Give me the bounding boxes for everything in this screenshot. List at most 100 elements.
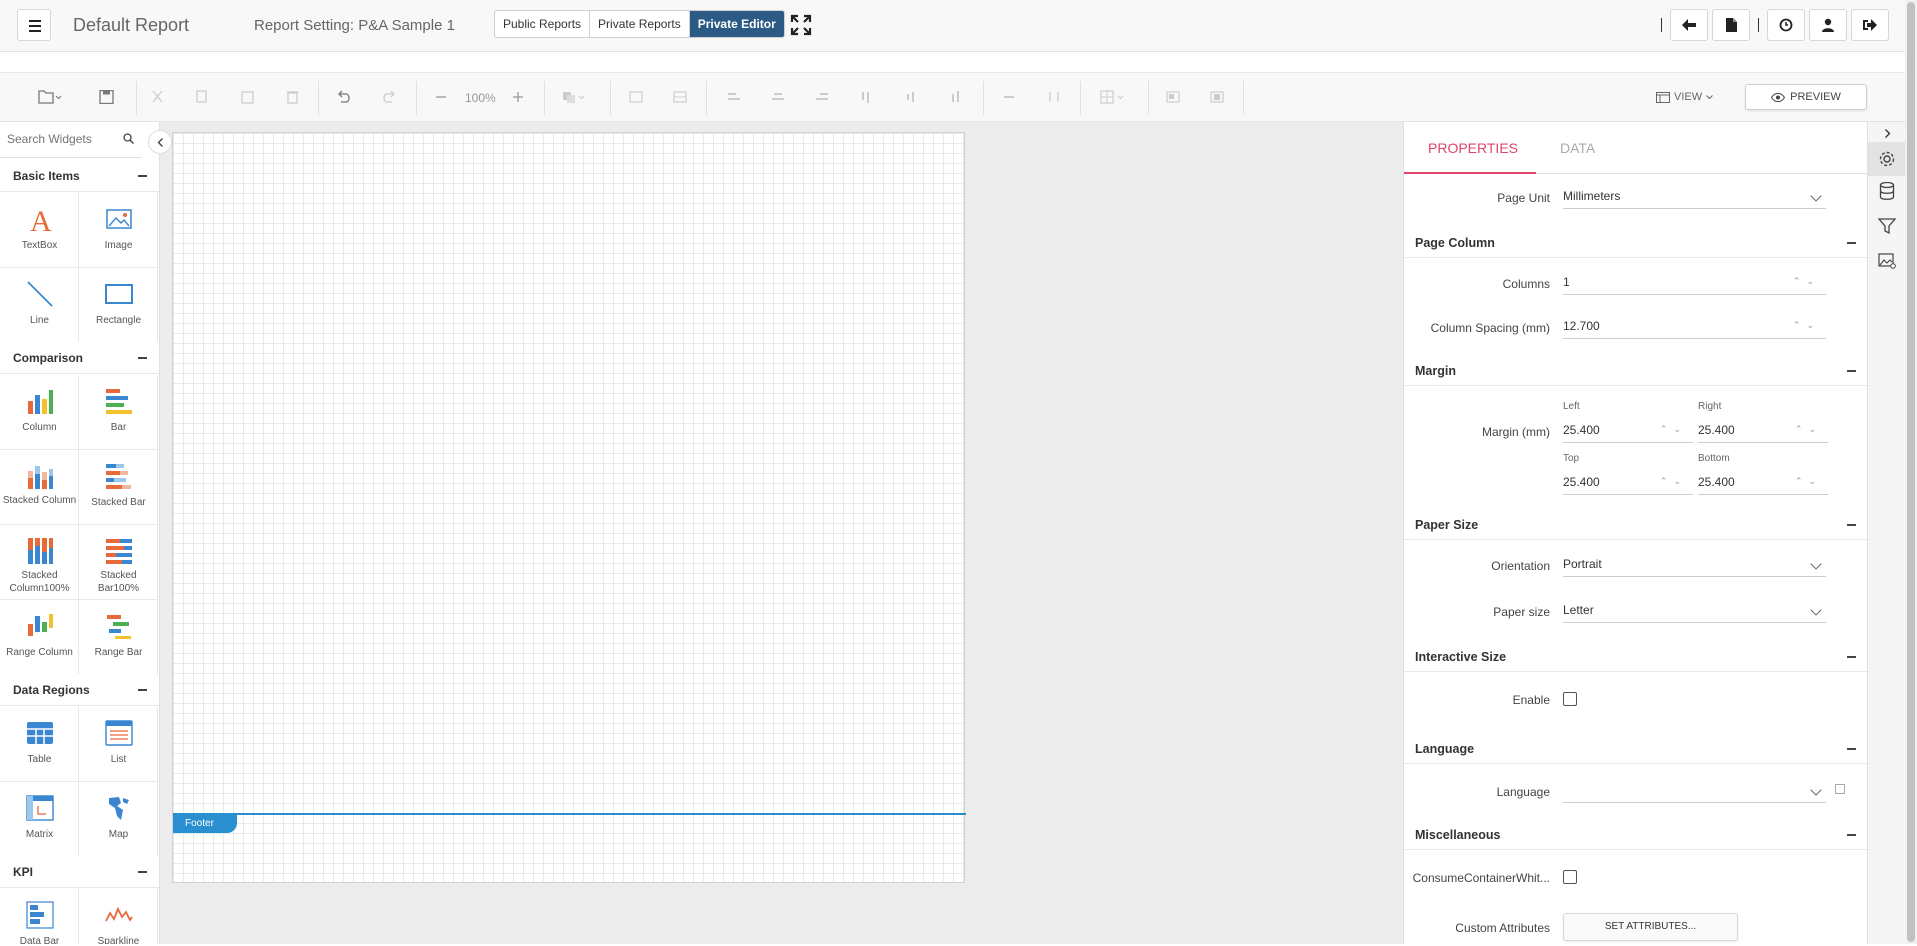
section-miscellaneous[interactable]: Miscellaneous: [1404, 820, 1868, 850]
search-input[interactable]: [7, 132, 117, 146]
footer-divider[interactable]: [173, 813, 966, 815]
collapse-icon[interactable]: [138, 689, 147, 691]
distribute-horizontal-icon[interactable]: [1001, 90, 1017, 104]
align-top-edge-icon[interactable]: [858, 90, 874, 104]
collapse-icon[interactable]: [138, 175, 147, 177]
delete-icon[interactable]: [285, 90, 301, 104]
arrange-icon[interactable]: [562, 90, 586, 104]
cut-icon[interactable]: [150, 90, 166, 104]
footer-tag[interactable]: Footer: [173, 815, 237, 833]
column-spacing-input[interactable]: 12.700 ⌃⌄: [1563, 315, 1826, 339]
category-data-regions[interactable]: Data Regions: [0, 674, 159, 706]
tab-private-reports[interactable]: Private Reports: [590, 11, 690, 37]
preview-button[interactable]: PREVIEW: [1745, 84, 1867, 110]
send-backward-icon[interactable]: [1209, 90, 1225, 104]
category-comparison[interactable]: Comparison: [0, 342, 159, 374]
tab-data[interactable]: DATA: [1560, 140, 1595, 156]
widget-range-bar[interactable]: Range Bar: [79, 600, 158, 675]
section-margin[interactable]: Margin: [1404, 356, 1868, 386]
distribute-vertical-icon[interactable]: [1046, 90, 1062, 104]
zoom-in-icon[interactable]: [510, 90, 526, 104]
align-top-icon[interactable]: [628, 90, 644, 104]
enable-checkbox[interactable]: [1563, 692, 1577, 706]
report-page[interactable]: Footer: [172, 132, 966, 883]
consume-checkbox[interactable]: [1563, 870, 1577, 884]
widget-data-bar[interactable]: Data Bar: [0, 889, 79, 944]
language-dropdown[interactable]: [1563, 779, 1826, 803]
scrollbar-thumb[interactable]: [1907, 2, 1915, 942]
widget-map[interactable]: Map: [79, 782, 158, 857]
user-button[interactable]: [1809, 9, 1847, 41]
align-left-icon[interactable]: [726, 90, 742, 104]
collapse-icon[interactable]: [1847, 656, 1856, 658]
view-dropdown[interactable]: VIEW: [1656, 91, 1713, 103]
spinner-icon[interactable]: ⌃⌄: [1793, 276, 1820, 287]
collapse-panel-button[interactable]: [148, 130, 172, 154]
widget-sparkline[interactable]: Sparkline: [79, 889, 158, 944]
margin-right-input[interactable]: 25.400 ⌃⌄: [1698, 419, 1828, 443]
tab-public-reports[interactable]: Public Reports: [495, 11, 591, 37]
bring-forward-icon[interactable]: [1165, 90, 1181, 104]
collapse-icon[interactable]: [1847, 242, 1856, 244]
widget-table[interactable]: Table: [0, 707, 79, 782]
data-rail-button[interactable]: [1876, 180, 1898, 202]
widget-stacked-bar[interactable]: Stacked Bar: [79, 450, 158, 525]
undo-icon[interactable]: [336, 90, 352, 104]
widget-stacked-column-100[interactable]: Stacked Column100%: [0, 525, 79, 600]
align-middle-icon[interactable]: [672, 90, 688, 104]
set-attributes-button[interactable]: SET ATTRIBUTES...: [1563, 913, 1738, 941]
spinner-icon[interactable]: ⌃⌄: [1795, 476, 1822, 487]
section-paper-size[interactable]: Paper Size: [1404, 510, 1868, 540]
category-basic-items[interactable]: Basic Items: [0, 160, 159, 192]
spinner-icon[interactable]: ⌃⌄: [1660, 424, 1687, 435]
grid-icon[interactable]: [1100, 90, 1126, 104]
widget-image[interactable]: Image: [79, 193, 158, 268]
collapse-icon[interactable]: [138, 357, 147, 359]
document-button[interactable]: [1712, 9, 1750, 41]
collapse-icon[interactable]: [1847, 834, 1856, 836]
widget-stacked-bar-100[interactable]: Stacked Bar100%: [79, 525, 158, 600]
page-scrollbar[interactable]: [1905, 0, 1917, 944]
margin-bottom-input[interactable]: 25.400 ⌃⌄: [1698, 471, 1828, 495]
language-checkbox[interactable]: [1835, 784, 1845, 794]
expand-panel-button[interactable]: [1876, 122, 1898, 144]
page-unit-dropdown[interactable]: Millimeters: [1563, 185, 1826, 209]
widget-textbox[interactable]: A TextBox: [0, 193, 79, 268]
history-button[interactable]: [1767, 9, 1805, 41]
orientation-dropdown[interactable]: Portrait: [1563, 553, 1826, 577]
collapse-icon[interactable]: [138, 871, 147, 873]
spinner-icon[interactable]: ⌃⌄: [1795, 424, 1822, 435]
tab-properties[interactable]: PROPERTIES: [1428, 140, 1518, 156]
collapse-icon[interactable]: [1847, 748, 1856, 750]
collapse-icon[interactable]: [1847, 524, 1856, 526]
align-vertical-center-icon[interactable]: [903, 90, 919, 104]
fullscreen-icon[interactable]: [790, 14, 812, 36]
section-language[interactable]: Language: [1404, 734, 1868, 764]
section-interactive-size[interactable]: Interactive Size: [1404, 642, 1868, 672]
widget-line[interactable]: Line: [0, 268, 79, 343]
properties-rail-button[interactable]: [1868, 142, 1906, 176]
columns-input[interactable]: 1 ⌃⌄: [1563, 271, 1826, 295]
folder-open-icon[interactable]: [38, 90, 62, 104]
menu-button[interactable]: [17, 9, 51, 41]
category-kpi[interactable]: KPI: [0, 856, 159, 888]
margin-left-input[interactable]: 25.400 ⌃⌄: [1563, 419, 1693, 443]
redo-icon[interactable]: [381, 90, 397, 104]
collapse-icon[interactable]: [1847, 370, 1856, 372]
image-manager-rail-button[interactable]: [1876, 250, 1898, 272]
filter-rail-button[interactable]: [1876, 215, 1898, 237]
align-right-icon[interactable]: [814, 90, 830, 104]
widget-stacked-column[interactable]: Stacked Column: [0, 450, 79, 525]
align-bottom-edge-icon[interactable]: [948, 90, 964, 104]
copy-icon[interactable]: [194, 90, 210, 104]
widget-bar[interactable]: Bar: [79, 375, 158, 450]
widget-list[interactable]: List: [79, 707, 158, 782]
widget-matrix[interactable]: Matrix: [0, 782, 79, 857]
back-button[interactable]: [1670, 9, 1708, 41]
search-icon[interactable]: [123, 133, 134, 144]
zoom-out-icon[interactable]: [433, 90, 449, 104]
margin-top-input[interactable]: 25.400 ⌃⌄: [1563, 471, 1693, 495]
tab-private-editor[interactable]: Private Editor: [689, 11, 784, 37]
widget-range-column[interactable]: Range Column: [0, 600, 79, 675]
widget-column[interactable]: Column: [0, 375, 79, 450]
